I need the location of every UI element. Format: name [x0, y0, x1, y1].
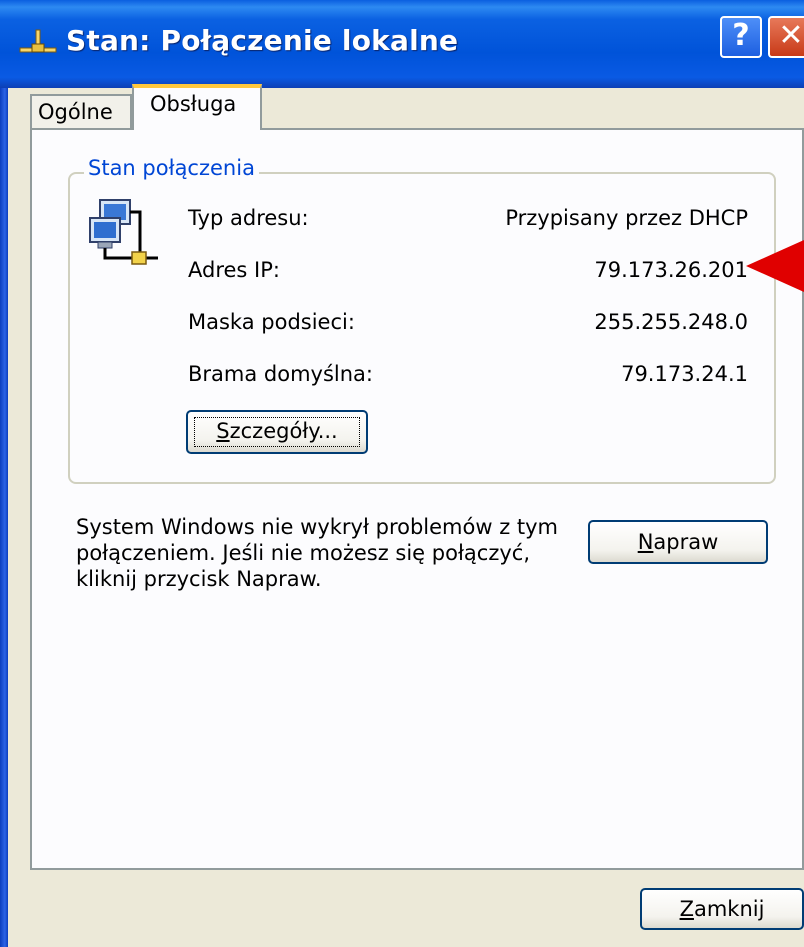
repair-button-label: apraw	[653, 530, 719, 554]
close-window-button[interactable]: ✕	[768, 16, 804, 58]
red-arrow-icon	[746, 240, 804, 292]
close-button-label: amknij	[693, 897, 765, 921]
ip-address-value: 79.173.26.201	[594, 258, 748, 282]
network-computers-icon	[89, 199, 158, 265]
address-type-value: Przypisany przez DHCP	[505, 206, 748, 230]
ip-address-label: Adres IP:	[188, 258, 280, 282]
default-gateway-label: Brama domyślna:	[188, 362, 374, 386]
tab-general-label: Ogólne	[38, 100, 113, 124]
subnet-mask-label: Maska podsieci:	[188, 310, 355, 334]
repair-info-line: System Windows nie wykrył problemów z ty…	[76, 515, 559, 539]
tab-support-label: Obsługa	[150, 92, 237, 116]
repair-info-line: kliknij przycisk Napraw.	[76, 567, 322, 591]
repair-button-mnemonic: N	[637, 530, 654, 554]
close-button-mnemonic: Z	[679, 897, 694, 921]
status-dialog-window: Stan: Połączenie lokalne ? ✕ Ogólne Obsł…	[0, 0, 804, 947]
window-title: Stan: Połączenie lokalne	[66, 24, 459, 57]
close-dialog-button[interactable]: Zamknij	[640, 888, 804, 930]
repair-button[interactable]: Napraw	[588, 520, 768, 564]
repair-info-line: połączeniem. Jeśli nie możesz się połącz…	[76, 541, 531, 565]
repair-info-text: System Windows nie wykrył problemów z ty…	[76, 514, 576, 592]
focus-rectangle	[194, 417, 360, 447]
window-border	[0, 88, 8, 947]
tab-panel: Stan połączenia Typ adresu: Przypisany p…	[30, 128, 804, 870]
help-button[interactable]: ?	[720, 16, 762, 58]
address-type-label: Typ adresu:	[188, 206, 309, 230]
network-connection-icon	[19, 29, 57, 53]
subnet-mask-value: 255.255.248.0	[594, 310, 748, 334]
title-bar[interactable]: Stan: Połączenie lokalne ? ✕	[0, 0, 804, 88]
default-gateway-value: 79.173.24.1	[621, 362, 748, 386]
tab-general[interactable]: Ogólne	[30, 94, 132, 129]
group-title: Stan połączenia	[84, 156, 259, 180]
details-button[interactable]: Szczegóły...	[186, 410, 368, 454]
tab-support[interactable]: Obsługa	[132, 84, 262, 130]
